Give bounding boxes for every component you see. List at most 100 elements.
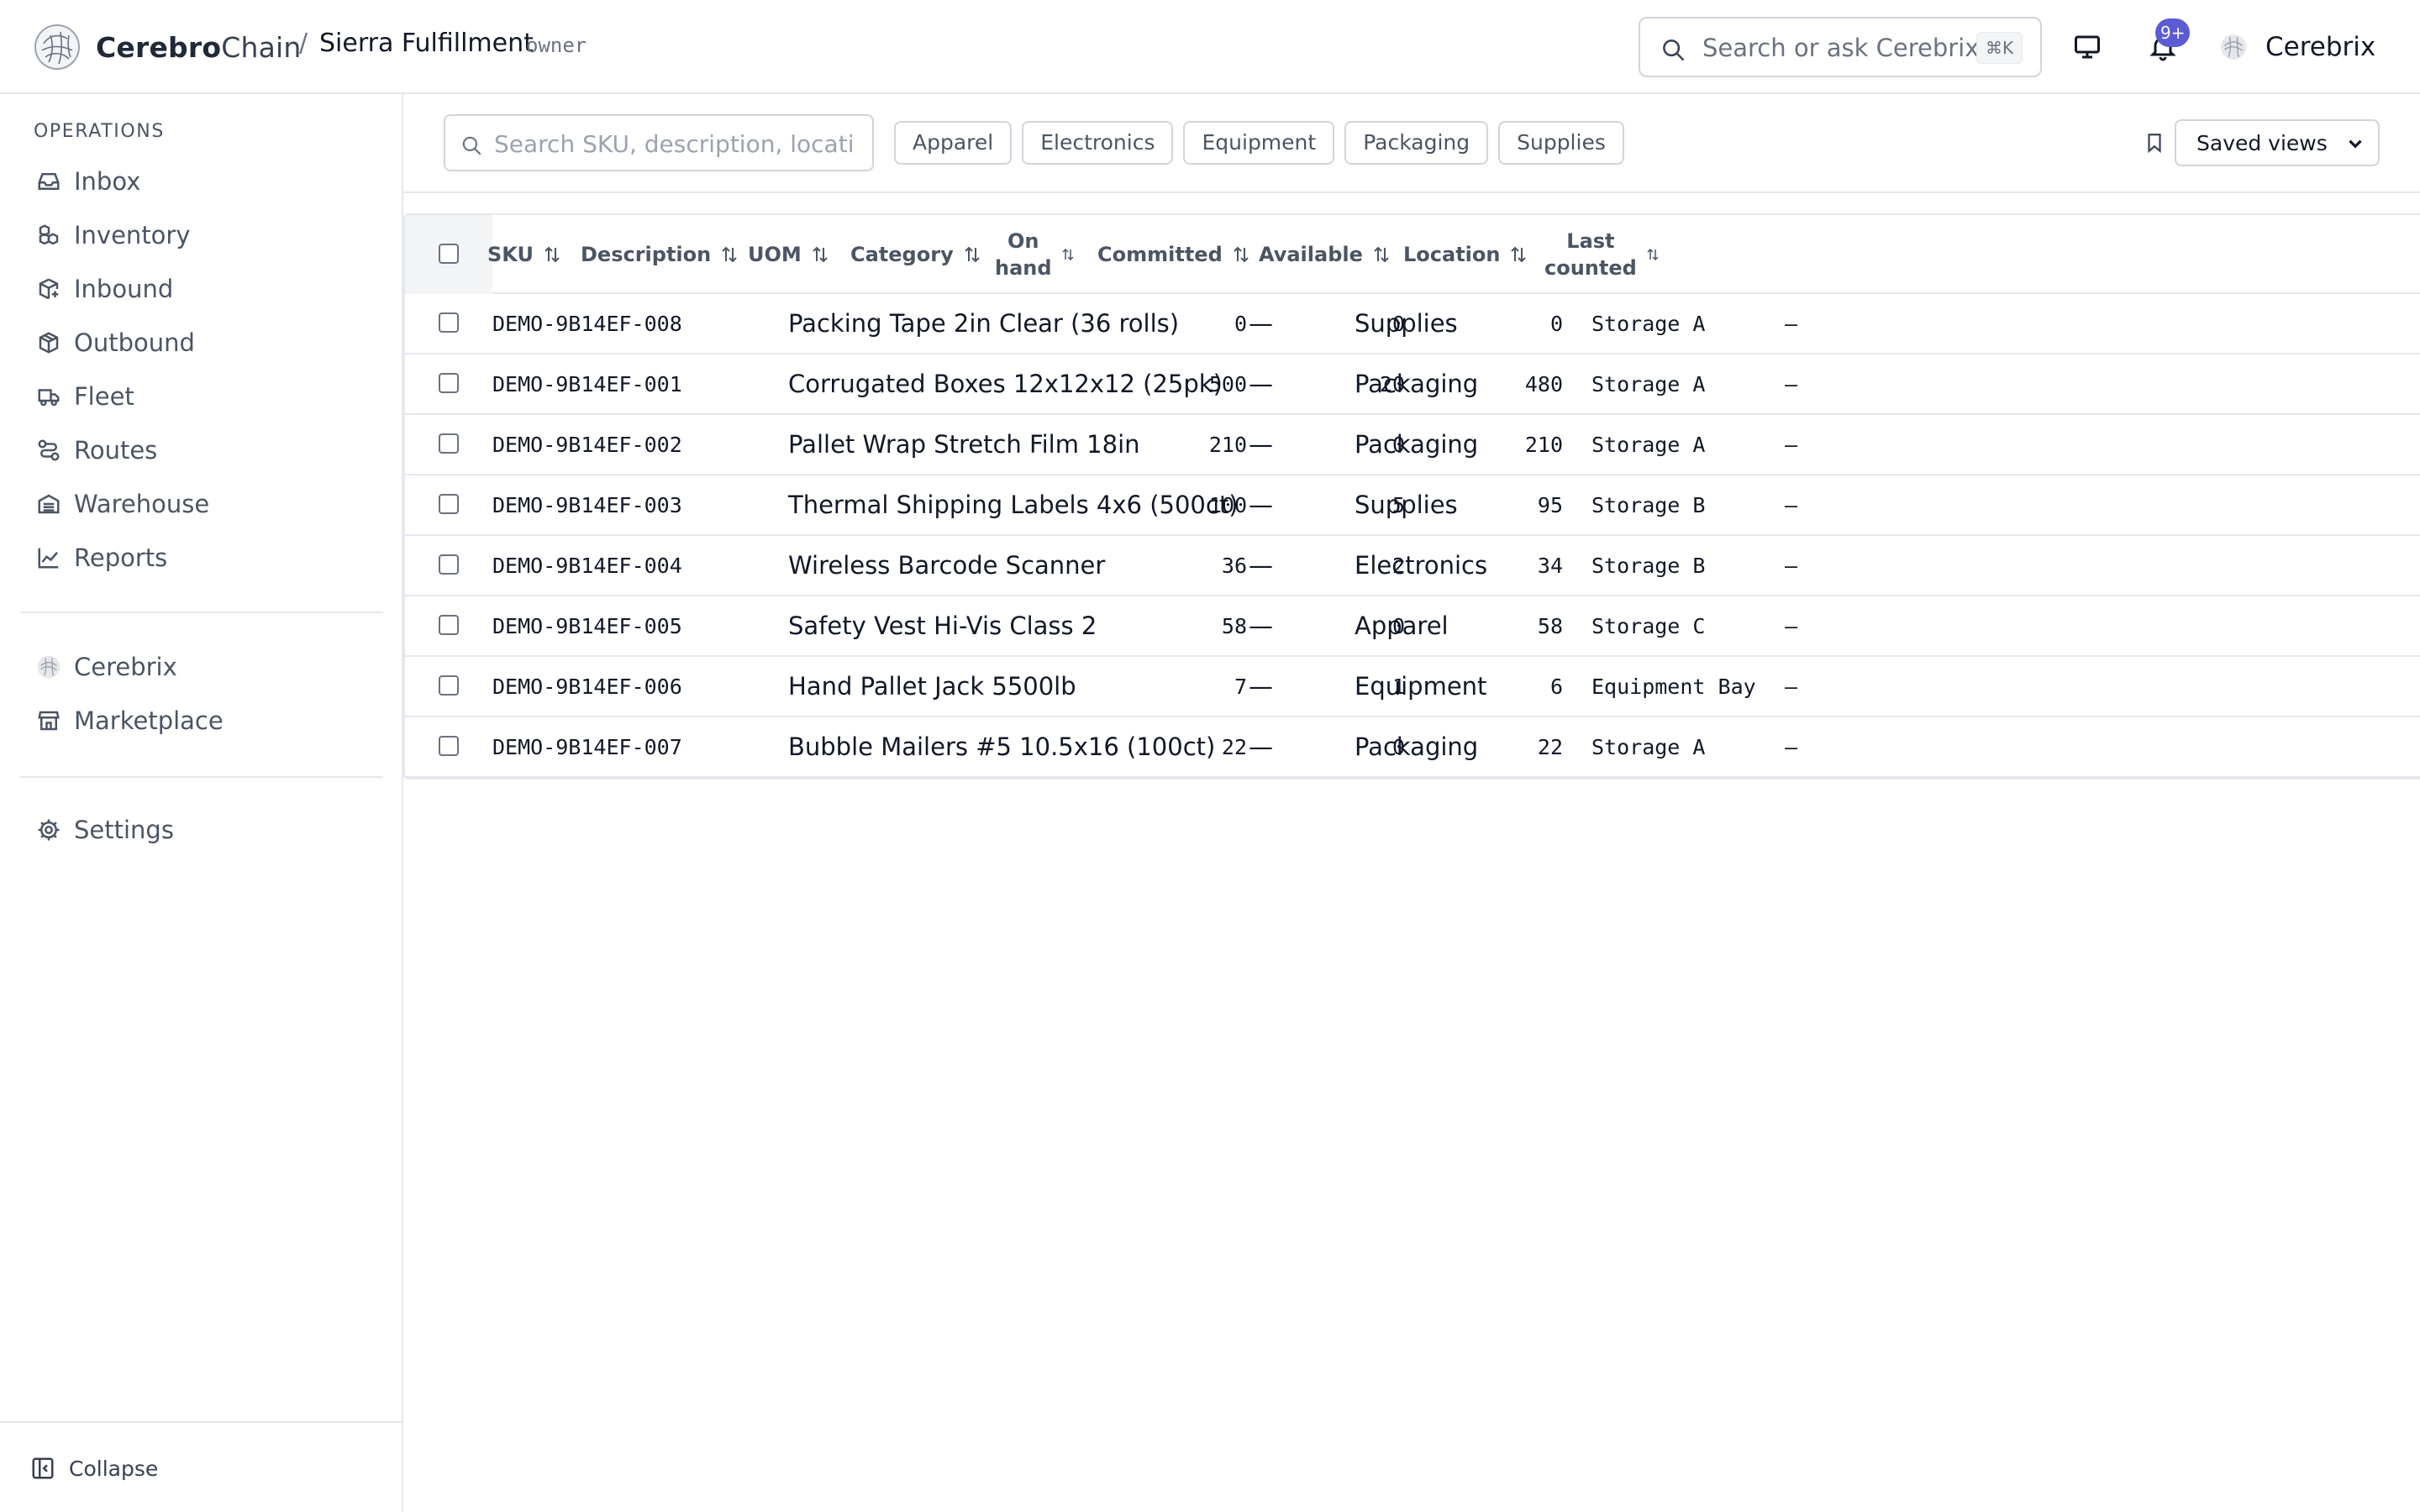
column-header-label: Category xyxy=(850,243,954,266)
cell-last-counted: – xyxy=(1785,311,1798,336)
monitor-icon xyxy=(2075,35,2100,59)
table-row[interactable]: DEMO-9B14EF-002 Pallet Wrap Stretch Film … xyxy=(405,415,2420,475)
column-header-available[interactable]: Available xyxy=(1259,215,1392,294)
column-header-label: On hand xyxy=(995,228,1052,281)
saved-views-select[interactable]: Saved views xyxy=(2175,119,2380,166)
sidebar-divider xyxy=(20,776,383,778)
cell-sku: DEMO-9B14EF-007 xyxy=(492,734,682,759)
cell-sku: DEMO-9B14EF-008 xyxy=(492,311,682,336)
cell-on-hand: 0 xyxy=(1234,311,1247,336)
inventory-search-box[interactable] xyxy=(444,114,874,171)
table-row[interactable]: DEMO-9B14EF-003 Thermal Shipping Labels 4… xyxy=(405,475,2420,536)
cell-on-hand: 500 xyxy=(1208,371,1247,396)
user-menu-button[interactable]: Cerebrix xyxy=(2218,27,2375,67)
sidebar-item-routes[interactable]: Routes xyxy=(20,427,383,474)
cell-sku: DEMO-9B14EF-005 xyxy=(492,613,682,638)
filter-chip-supplies[interactable]: Supplies xyxy=(1498,121,1624,165)
select-all-checkbox[interactable] xyxy=(439,244,459,264)
brand-logo-link[interactable]: CerebroChain xyxy=(34,24,302,71)
line-chart-icon xyxy=(32,541,66,575)
notification-count-badge: 9+ xyxy=(2155,18,2191,47)
cell-available: 210 xyxy=(1524,432,1563,457)
table-row[interactable]: DEMO-9B14EF-006 Hand Pallet Jack 5500lb — E… xyxy=(405,657,2420,717)
collapse-label: Collapse xyxy=(69,1456,159,1481)
column-header-committed[interactable]: Committed xyxy=(1097,215,1251,294)
brand-name: CerebroChain xyxy=(96,31,302,64)
filter-chip-electronics[interactable]: Electronics xyxy=(1022,121,1174,165)
cell-available: 6 xyxy=(1549,674,1563,699)
cell-uom: — xyxy=(1249,672,1273,701)
sidebar-item-marketplace[interactable]: Marketplace xyxy=(20,697,383,744)
cell-uom: — xyxy=(1249,612,1273,640)
column-header-last-counted[interactable]: Last counted xyxy=(1544,215,1660,294)
sidebar-divider xyxy=(20,612,383,613)
inventory-search-input[interactable] xyxy=(494,124,855,163)
search-icon xyxy=(1663,39,1685,61)
cell-on-hand: 36 xyxy=(1221,553,1247,578)
column-header-sku[interactable]: SKU xyxy=(487,215,562,294)
sidebar-item-inbox[interactable]: Inbox xyxy=(20,158,383,205)
row-select-checkbox[interactable] xyxy=(439,675,459,696)
cell-last-counted: – xyxy=(1785,371,1798,396)
cell-location: Storage A xyxy=(1591,734,1706,759)
sidebar-item-reports[interactable]: Reports xyxy=(20,534,383,581)
cell-last-counted: – xyxy=(1785,613,1798,638)
sort-icon xyxy=(1511,246,1527,263)
table-row[interactable]: DEMO-9B14EF-005 Safety Vest Hi-Vis Class … xyxy=(405,596,2420,657)
table-row[interactable]: DEMO-9B14EF-001 Corrugated Boxes 12x12x12… xyxy=(405,354,2420,415)
cell-sku: DEMO-9B14EF-004 xyxy=(492,553,682,578)
sidebar-item-cerebrix[interactable]: Cerebrix xyxy=(20,643,383,690)
column-header-description[interactable]: Description xyxy=(581,215,739,294)
saved-views-label: Saved views xyxy=(2196,131,2328,155)
cell-uom: — xyxy=(1249,309,1273,338)
collapse-sidebar-button[interactable]: Collapse xyxy=(30,1450,158,1487)
row-select-checkbox[interactable] xyxy=(439,554,459,575)
cell-on-hand: 210 xyxy=(1208,432,1247,457)
cell-description: Pallet Wrap Stretch Film 18in xyxy=(788,430,1140,459)
save-view-button[interactable] xyxy=(2139,128,2170,158)
cell-available: 58 xyxy=(1537,613,1563,638)
store-icon xyxy=(32,704,66,738)
cell-uom: — xyxy=(1249,491,1273,519)
table-row[interactable]: DEMO-9B14EF-004 Wireless Barcode Scanner —… xyxy=(405,536,2420,596)
route-icon xyxy=(32,433,66,467)
sidebar-item-label: Inbox xyxy=(74,167,141,196)
column-header-label: Last counted xyxy=(1544,228,1637,281)
table-header-row: SKU Description UOM Category On hand Com… xyxy=(405,215,2420,294)
filter-chip-equipment[interactable]: Equipment xyxy=(1183,121,1335,165)
table-row[interactable]: DEMO-9B14EF-007 Bubble Mailers #5 10.5x16… xyxy=(405,717,2420,778)
row-select-checkbox[interactable] xyxy=(439,373,459,393)
sidebar-item-outbound[interactable]: Outbound xyxy=(20,319,383,366)
row-select-checkbox[interactable] xyxy=(439,494,459,514)
cell-available: 95 xyxy=(1537,492,1563,517)
filter-chip-apparel[interactable]: Apparel xyxy=(894,121,1013,165)
breadcrumb-org[interactable]: Sierra Fulfillment xyxy=(319,29,534,58)
row-select-checkbox[interactable] xyxy=(439,736,459,756)
cell-uom: — xyxy=(1249,551,1273,580)
sidebar-item-inbound[interactable]: Inbound xyxy=(20,265,383,312)
sidebar-item-settings[interactable]: Settings xyxy=(20,806,383,853)
sidebar-item-warehouse[interactable]: Warehouse xyxy=(20,480,383,528)
column-header-location[interactable]: Location xyxy=(1403,215,1528,294)
cell-last-counted: – xyxy=(1785,553,1798,578)
row-select-checkbox[interactable] xyxy=(439,312,459,333)
row-select-checkbox[interactable] xyxy=(439,615,459,635)
column-header-category[interactable]: Category xyxy=(850,215,982,294)
filter-chip-packaging[interactable]: Packaging xyxy=(1344,121,1489,165)
cell-location: Storage A xyxy=(1591,311,1706,336)
sidebar-item-fleet[interactable]: Fleet xyxy=(20,373,383,420)
table-row[interactable]: DEMO-9B14EF-008 Packing Tape 2in Clear (3… xyxy=(405,294,2420,354)
column-header-label: SKU xyxy=(487,243,534,266)
sidebar-item-label: Outbound xyxy=(74,328,195,357)
display-button[interactable] xyxy=(2065,25,2109,69)
row-select-checkbox[interactable] xyxy=(439,433,459,454)
column-header-on-hand[interactable]: On hand xyxy=(995,215,1076,294)
cell-available: 22 xyxy=(1537,734,1563,759)
global-search-placeholder: Search or ask Cerebrix xyxy=(1702,34,1980,62)
column-header-uom[interactable]: UOM xyxy=(748,215,830,294)
global-search-box[interactable]: Search or ask Cerebrix ⌘K xyxy=(1639,17,2042,77)
sort-icon xyxy=(1234,246,1249,263)
sidebar-item-label: Routes xyxy=(74,436,158,465)
sidebar-item-label: Marketplace xyxy=(74,706,224,735)
sidebar-item-inventory[interactable]: Inventory xyxy=(20,212,383,259)
